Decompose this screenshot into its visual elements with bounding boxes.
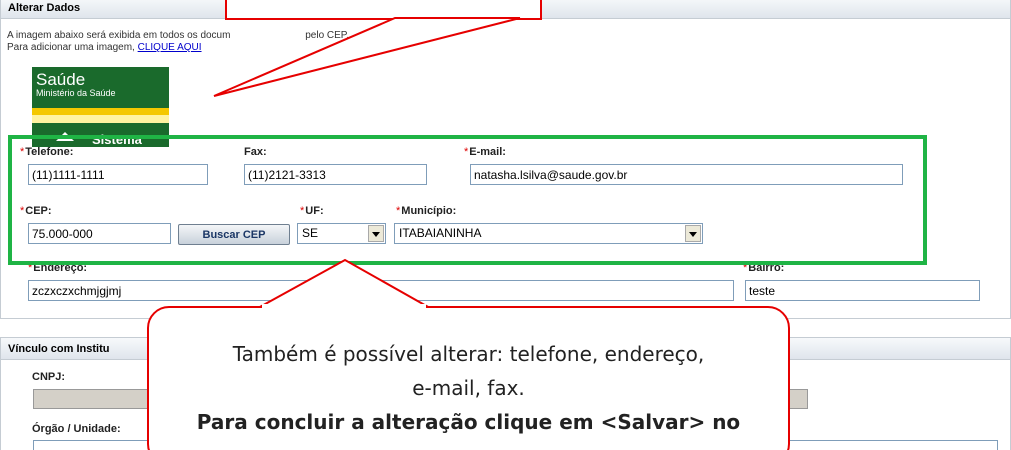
callout-pointer-cover	[262, 304, 426, 308]
